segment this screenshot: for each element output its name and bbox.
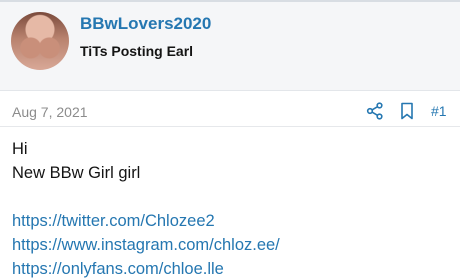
avatar[interactable]	[11, 12, 69, 70]
onlyfans-link[interactable]: https://onlyfans.com/chloe.lle	[12, 260, 224, 279]
post-meta-bar: Aug 7, 2021 #1	[0, 91, 460, 127]
greeting-text: Hi	[12, 140, 28, 158]
instagram-link[interactable]: https://www.instagram.com/chloz.ee/	[12, 236, 280, 255]
post-date[interactable]: Aug 7, 2021	[12, 104, 88, 120]
twitter-link[interactable]: https://twitter.com/Chlozee2	[12, 212, 215, 231]
bookmark-icon[interactable]	[399, 102, 415, 120]
username-link[interactable]: BBwLovers2020	[80, 14, 211, 34]
post-number-link[interactable]: #1	[431, 103, 447, 119]
user-title: TiTs Posting Earl	[80, 43, 194, 59]
intro-text: New BBw Girl girl	[12, 164, 141, 182]
post-user-header: BBwLovers2020 TiTs Posting Earl	[0, 2, 460, 91]
share-icon[interactable]	[366, 102, 384, 120]
